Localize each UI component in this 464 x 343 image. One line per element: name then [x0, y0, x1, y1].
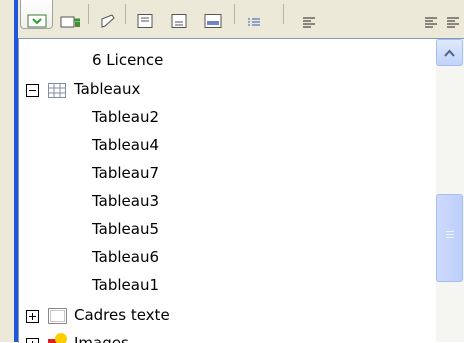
tree-item-label: Tableau5 [92, 220, 160, 238]
navigator-tree: 6 Licence Tableaux Tableau2 Tableau4 Tab… [18, 38, 464, 343]
expand-icon[interactable] [26, 338, 39, 343]
footer-button[interactable] [164, 0, 194, 28]
list-icon [248, 18, 260, 26]
drag-mode-icon [27, 14, 46, 28]
promote-level-button[interactable] [438, 0, 464, 28]
navigator-toolbar [18, 0, 464, 36]
align-left-icon [303, 17, 315, 28]
tree-item-label: Tableau7 [92, 164, 160, 182]
toolbar-separator [88, 4, 89, 24]
align-left-icon [447, 17, 459, 28]
header-button[interactable] [130, 0, 160, 28]
expand-icon[interactable] [26, 310, 39, 323]
insert-button[interactable] [56, 0, 86, 28]
tree-item[interactable]: Tableau4 [92, 132, 159, 158]
tree-item-label: 6 Licence [92, 51, 164, 69]
header-icon [137, 14, 153, 28]
vertical-scrollbar[interactable] [436, 39, 464, 342]
tree-item-label: Cadres texte [74, 306, 170, 324]
toolbar-separator [283, 4, 284, 24]
tree-item[interactable]: Tableau2 [92, 104, 159, 130]
tree-item[interactable]: Tableau3 [92, 188, 159, 214]
frame-icon [48, 308, 67, 324]
scroll-up-button[interactable] [436, 39, 463, 66]
tree-category-tableaux[interactable]: Tableaux [74, 76, 140, 102]
toolbar-separator [234, 4, 235, 24]
table-icon [48, 83, 66, 98]
chevron-up-icon [444, 49, 455, 57]
tree-item[interactable]: Tableau7 [92, 160, 159, 186]
tree-category-cadres-texte[interactable]: Cadres texte [74, 302, 170, 328]
left-window-edge [0, 0, 9, 342]
insert-icon [60, 16, 80, 28]
tree-category-images[interactable]: Images [74, 330, 129, 343]
tree-item[interactable]: Tableau1 [92, 272, 159, 298]
promote-chapter-button[interactable] [294, 0, 324, 28]
tree-item-label: Tableaux [74, 80, 141, 98]
tree-item-label: Tableau3 [92, 192, 160, 210]
drag-mode-button[interactable] [20, 0, 53, 29]
footer-icon [171, 14, 187, 28]
anchor-button[interactable] [198, 0, 228, 28]
tree-item[interactable]: 6 Licence [92, 47, 163, 73]
tree-item-label: Tableau2 [92, 108, 160, 126]
tree-item[interactable]: Tableau6 [92, 244, 159, 270]
scroll-thumb[interactable] [436, 194, 463, 282]
tree-item-label: Tableau4 [92, 136, 160, 154]
collapse-icon[interactable] [26, 84, 39, 97]
tree-item-label: Tableau1 [92, 276, 160, 294]
toolbar-separator [125, 4, 126, 24]
anchor-icon [204, 14, 222, 28]
tree-item[interactable]: Tableau5 [92, 216, 159, 242]
align-left-icon [425, 17, 437, 28]
tree-item-label: Tableau6 [92, 248, 160, 266]
reminder-icon [101, 14, 115, 28]
content-view-button[interactable] [239, 0, 269, 28]
reminder-button[interactable] [93, 0, 123, 28]
